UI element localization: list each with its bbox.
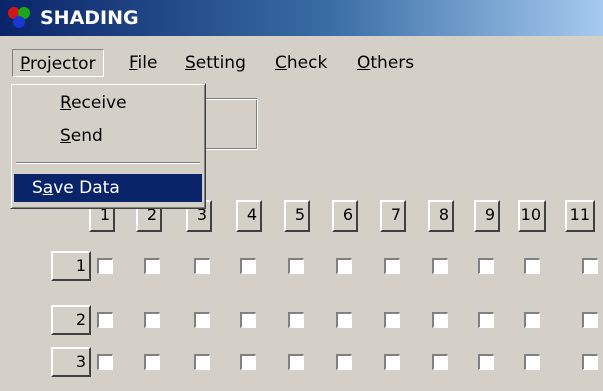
checkbox-r3-c2[interactable] bbox=[144, 354, 160, 370]
menu-separator bbox=[16, 162, 200, 164]
menu-item-save-data-prefix: S bbox=[32, 178, 43, 198]
menu-file-accelerator: F bbox=[129, 53, 138, 73]
menu-item-save-data-accelerator: a bbox=[42, 178, 54, 198]
row-button-1[interactable]: 1 bbox=[51, 251, 91, 281]
column-button-9[interactable]: 9 bbox=[474, 200, 500, 232]
menu-item-send-label: end bbox=[70, 126, 103, 146]
checkbox-r3-c3[interactable] bbox=[194, 354, 210, 370]
checkbox-r3-c11[interactable] bbox=[582, 354, 598, 370]
menu-others[interactable]: Others bbox=[350, 49, 421, 77]
menu-others-label: thers bbox=[370, 53, 415, 73]
column-button-7[interactable]: 7 bbox=[380, 200, 406, 232]
column-button-5[interactable]: 5 bbox=[284, 200, 310, 232]
menu-check-accelerator: C bbox=[275, 53, 287, 73]
title-bar: SHADING bbox=[0, 0, 603, 36]
checkbox-r3-c9[interactable] bbox=[478, 354, 494, 370]
checkbox-r1-c5[interactable] bbox=[288, 258, 304, 274]
checkbox-r3-c5[interactable] bbox=[288, 354, 304, 370]
checkbox-r1-c11[interactable] bbox=[582, 258, 598, 274]
row-button-2[interactable]: 2 bbox=[51, 305, 91, 335]
menu-item-send-accelerator: S bbox=[60, 126, 71, 146]
checkbox-r1-c2[interactable] bbox=[144, 258, 160, 274]
checkbox-r1-c4[interactable] bbox=[240, 258, 256, 274]
checkbox-r2-c11[interactable] bbox=[582, 312, 598, 328]
checkbox-r3-c1[interactable] bbox=[97, 354, 113, 370]
checkbox-r1-c1[interactable] bbox=[97, 258, 113, 274]
menu-setting-label: etting bbox=[195, 53, 246, 73]
menu-projector-label: rojector bbox=[29, 54, 96, 74]
checkbox-r3-c6[interactable] bbox=[336, 354, 352, 370]
checkbox-r2-c9[interactable] bbox=[478, 312, 494, 328]
checkbox-r2-c6[interactable] bbox=[336, 312, 352, 328]
menu-file-label: ile bbox=[137, 53, 158, 73]
menu-setting-accelerator: S bbox=[185, 53, 196, 73]
app-icon bbox=[8, 7, 30, 28]
menu-projector-accelerator: P bbox=[20, 54, 30, 74]
menu-item-save-data[interactable]: Save Data bbox=[14, 174, 202, 202]
column-button-6[interactable]: 6 bbox=[332, 200, 358, 232]
checkbox-r3-c8[interactable] bbox=[432, 354, 448, 370]
column-button-11[interactable]: 11 bbox=[565, 200, 595, 232]
column-button-8[interactable]: 8 bbox=[428, 200, 454, 232]
checkbox-r2-c4[interactable] bbox=[240, 312, 256, 328]
menu-check-label: heck bbox=[286, 53, 328, 73]
menu-item-receive-accelerator: R bbox=[60, 93, 72, 113]
checkbox-r2-c3[interactable] bbox=[194, 312, 210, 328]
checkbox-r1-c8[interactable] bbox=[432, 258, 448, 274]
checkbox-r1-c7[interactable] bbox=[384, 258, 400, 274]
menu-others-accelerator: O bbox=[357, 53, 371, 73]
checkbox-r1-c3[interactable] bbox=[194, 258, 210, 274]
column-button-10[interactable]: 10 bbox=[518, 200, 546, 232]
checkbox-r2-c8[interactable] bbox=[432, 312, 448, 328]
menu-file[interactable]: File bbox=[122, 49, 164, 77]
checkbox-r2-c2[interactable] bbox=[144, 312, 160, 328]
checkbox-r2-c10[interactable] bbox=[524, 312, 540, 328]
menu-item-save-data-label: ve Data bbox=[53, 178, 120, 198]
menu-projector[interactable]: Projector bbox=[12, 49, 104, 77]
column-button-4[interactable]: 4 bbox=[236, 200, 262, 232]
checkbox-r1-c10[interactable] bbox=[524, 258, 540, 274]
row-button-3[interactable]: 3 bbox=[51, 347, 91, 377]
checkbox-r2-c1[interactable] bbox=[97, 312, 113, 328]
projector-dropdown-menu: Receive Send Save Data bbox=[10, 83, 206, 209]
checkbox-r2-c7[interactable] bbox=[384, 312, 400, 328]
checkbox-r3-c7[interactable] bbox=[384, 354, 400, 370]
menu-item-receive[interactable]: Receive bbox=[14, 89, 202, 117]
menu-check[interactable]: Check bbox=[268, 49, 334, 77]
checkbox-r1-c6[interactable] bbox=[336, 258, 352, 274]
checkbox-r3-c4[interactable] bbox=[240, 354, 256, 370]
checkbox-r3-c10[interactable] bbox=[524, 354, 540, 370]
checkbox-r2-c5[interactable] bbox=[288, 312, 304, 328]
menu-item-send[interactable]: Send bbox=[14, 122, 202, 150]
menu-setting[interactable]: Setting bbox=[178, 49, 253, 77]
checkbox-r1-c9[interactable] bbox=[478, 258, 494, 274]
window-title: SHADING bbox=[40, 7, 139, 29]
menu-item-receive-label: eceive bbox=[71, 93, 127, 113]
menu-bar: Projector File Setting Check Others bbox=[0, 37, 603, 83]
